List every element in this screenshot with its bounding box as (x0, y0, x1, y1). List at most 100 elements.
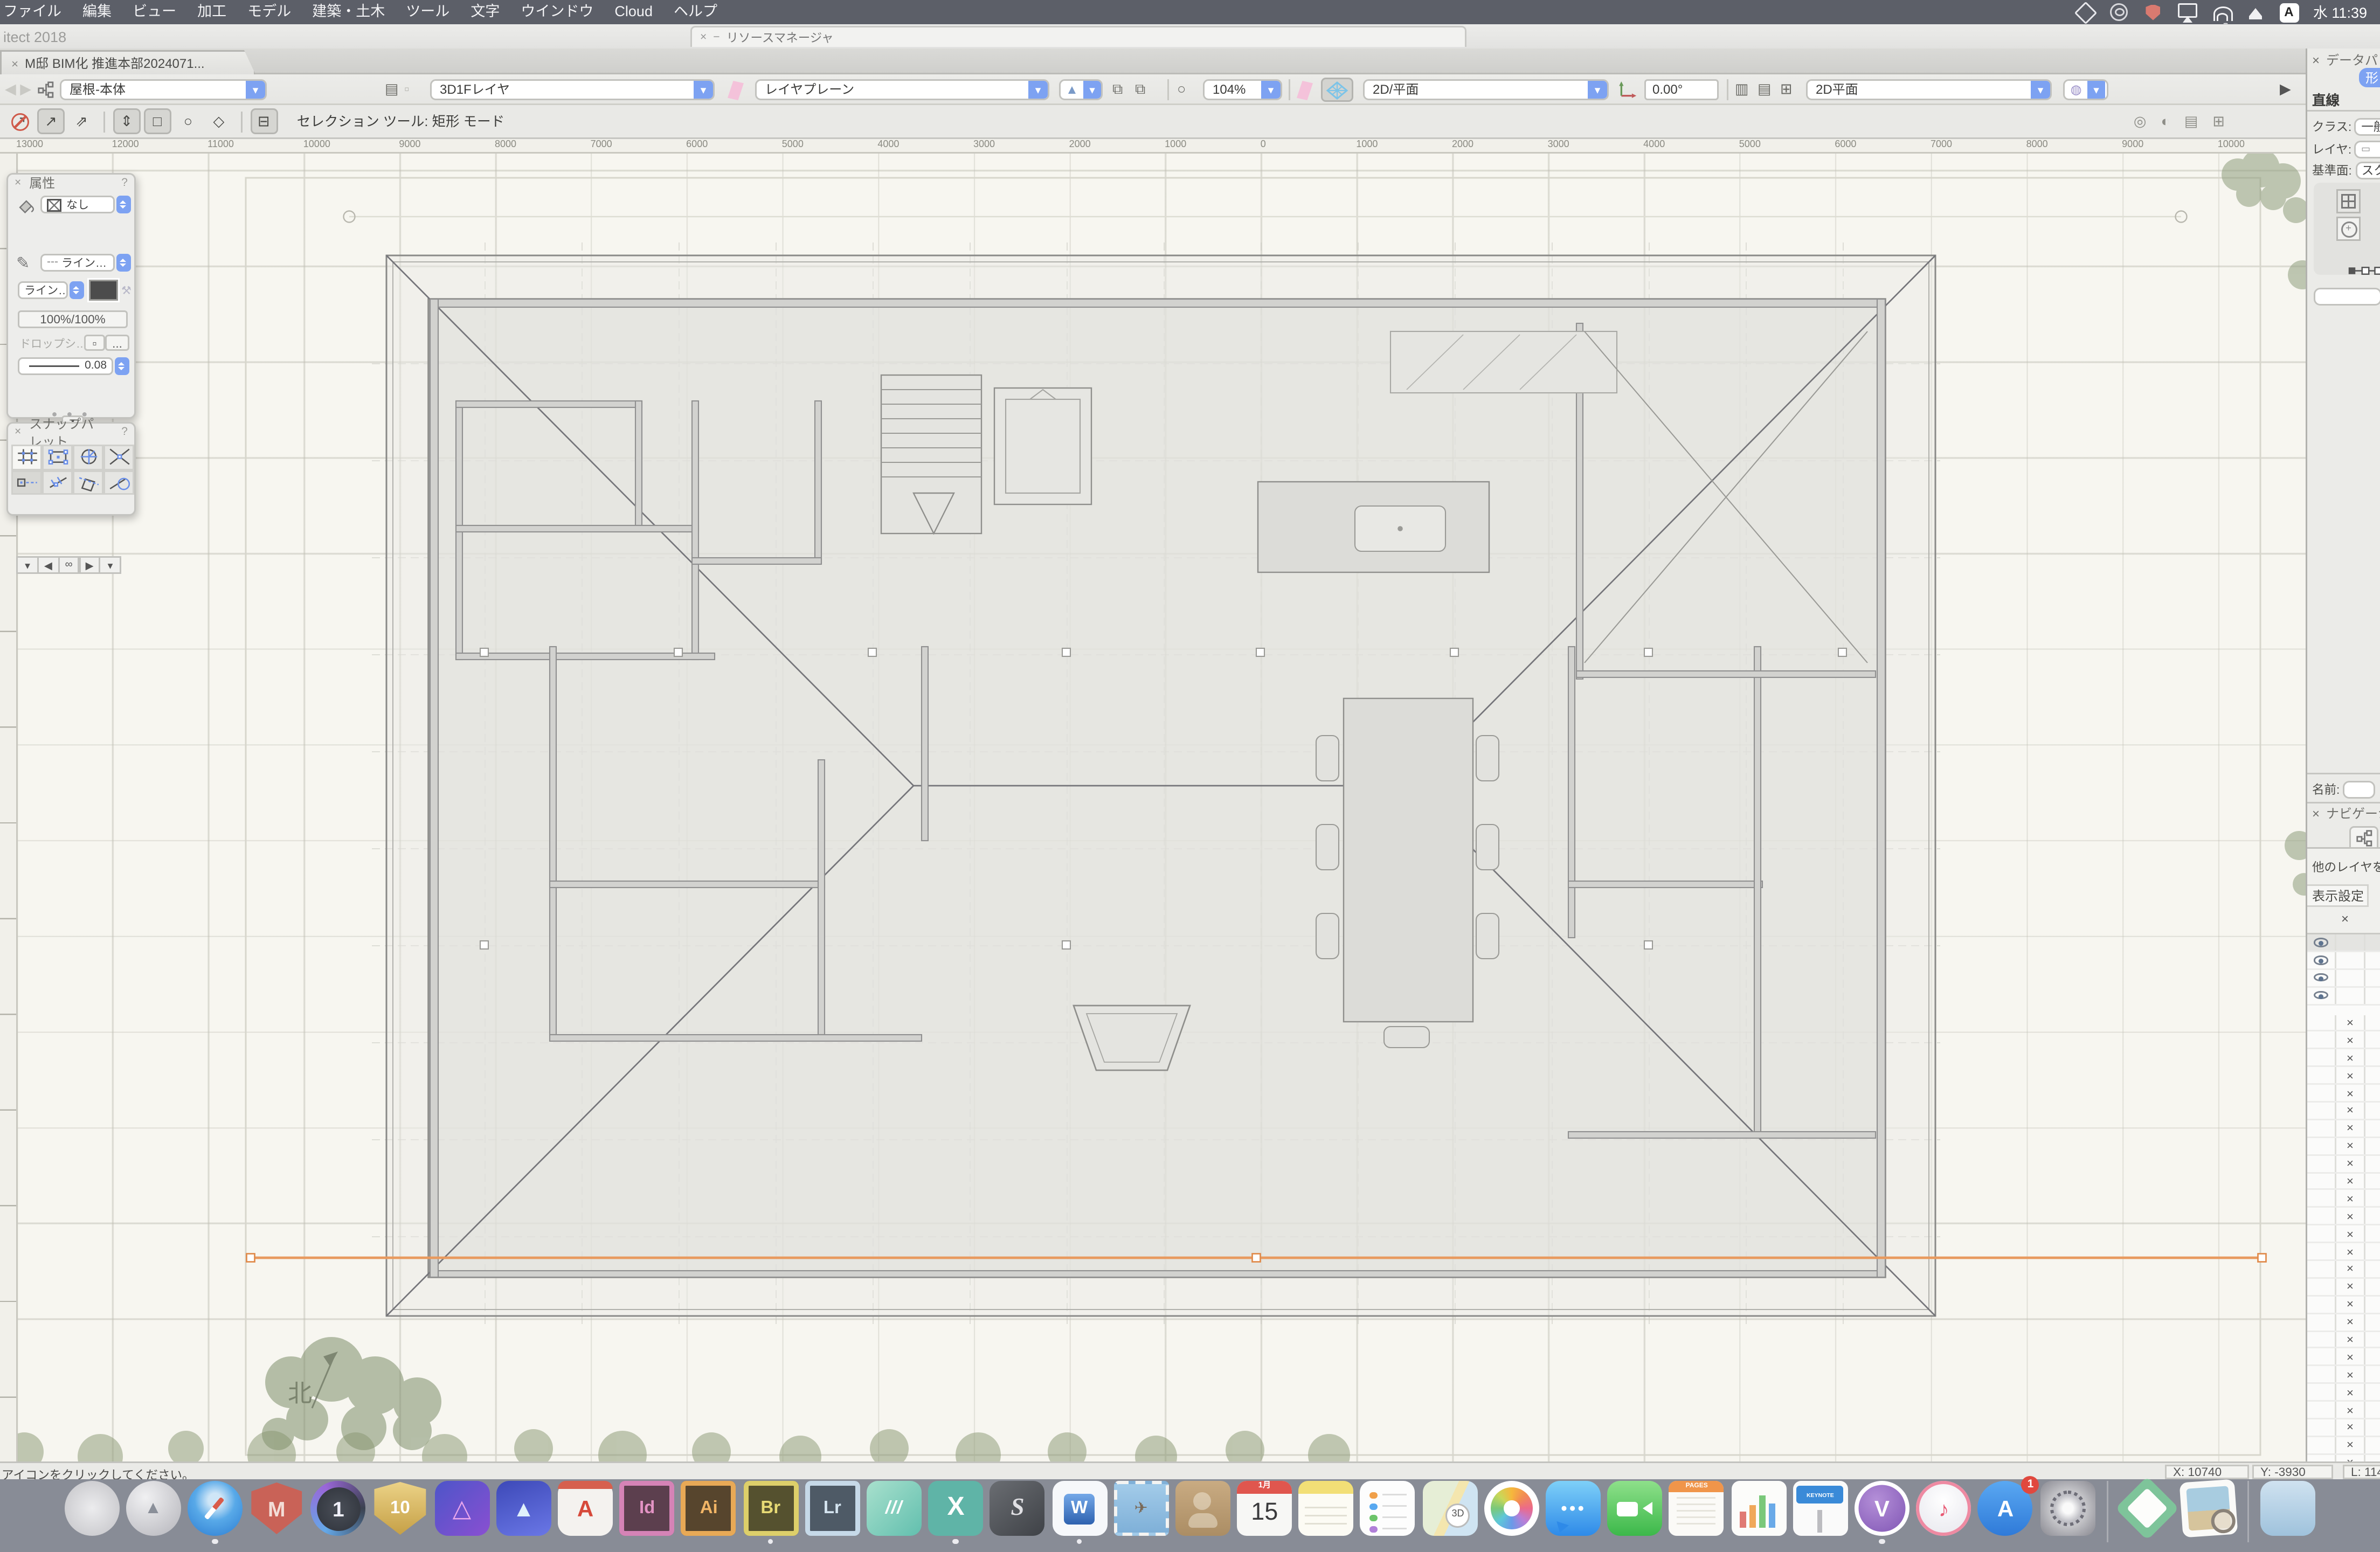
chevron-down-icon[interactable]: ▾ (1588, 81, 1607, 99)
close-icon[interactable]: × (2312, 53, 2320, 68)
pen-color-swatch[interactable] (89, 280, 118, 301)
layer-row[interactable]: × (2307, 1419, 2380, 1437)
layer-row[interactable]: × (2307, 1349, 2380, 1367)
center-mode-button[interactable]: + (2336, 217, 2361, 241)
smart-point-snap-button[interactable] (11, 470, 42, 495)
capture-one-icon[interactable]: 1 (311, 1481, 366, 1536)
snap-palette[interactable]: ● ● ● × スナップパレット ? (6, 422, 136, 516)
dock-item-launchpad[interactable]: ▲ (126, 1481, 181, 1544)
grid-snap-button[interactable] (11, 445, 42, 470)
dock-item-pages[interactable]: PAGES (1669, 1481, 1724, 1544)
indesign-icon[interactable]: Id (620, 1481, 675, 1536)
tab-close-icon[interactable]: × (11, 56, 18, 71)
saved-view-button[interactable]: ▲▾ (1059, 79, 1103, 100)
hidden-x-icon[interactable]: × (2336, 1384, 2365, 1401)
hidden-x-icon[interactable]: × (2336, 1332, 2365, 1348)
hidden-x-icon[interactable]: × (2336, 1314, 2365, 1330)
hidden-x-icon[interactable]: × (2336, 1173, 2365, 1189)
luminar-icon[interactable]: △ (434, 1481, 489, 1536)
menu-文字[interactable]: 文字 (471, 0, 500, 24)
hidden-x-icon[interactable]: × (2336, 1454, 2365, 1461)
contacts-icon[interactable] (1175, 1481, 1230, 1536)
vectorworks-menubar-icon[interactable] (2075, 3, 2095, 22)
hidden-x-icon[interactable]: × (2336, 1032, 2365, 1048)
close-icon[interactable]: × (2312, 807, 2320, 821)
visibility-cell[interactable] (2307, 1085, 2336, 1101)
dock-item-shield-10[interactable]: 10 (372, 1481, 427, 1544)
mcafee-icon[interactable]: M (249, 1481, 304, 1536)
chevron-down-icon[interactable]: ▾ (1083, 81, 1101, 99)
rotation-angle-field[interactable]: 0.00° (1644, 79, 1719, 100)
dock-item-finder-partial[interactable] (103, 1481, 119, 1544)
chevron-down-icon[interactable]: ▾ (2087, 81, 2105, 99)
plane-field[interactable]: スク (2355, 162, 2380, 179)
menu-ウインドウ[interactable]: ウインドウ (521, 0, 593, 24)
chevron-down-icon[interactable]: ▾ (246, 81, 265, 99)
layer-row[interactable]: × (2307, 1367, 2380, 1384)
visibility-cell[interactable] (2336, 969, 2365, 986)
reminders-icon[interactable] (1360, 1481, 1415, 1536)
projection-dropdown[interactable]: 2D平面▾ (1806, 79, 2052, 100)
layer-row[interactable]: × (2307, 1032, 2380, 1050)
sheet-stack-icon[interactable]: ▤ (2184, 113, 2198, 130)
dock-item-calendar[interactable]: 1月15 (1237, 1481, 1292, 1544)
dock-item-reminders[interactable] (1360, 1481, 1415, 1544)
dock-item-app-store[interactable]: A1 (1978, 1481, 2033, 1544)
dock-item-word[interactable]: W (1052, 1481, 1107, 1544)
dock-item-contacts[interactable] (1175, 1481, 1230, 1544)
visible-eye-icon[interactable] (2307, 969, 2336, 986)
active-class-dropdown[interactable]: 屋根-本体▾ (60, 79, 267, 100)
numbers-icon[interactable] (1731, 1481, 1786, 1536)
chevron-down-icon[interactable]: ▾ (694, 81, 713, 99)
opacity-button[interactable]: 100%/100% (18, 310, 128, 328)
dock-item-messages[interactable]: ●●● (1546, 1481, 1601, 1544)
preview-icon[interactable] (2180, 1479, 2238, 1538)
menu-建築・土木[interactable]: 建築・土木 (312, 0, 385, 24)
layer-row[interactable]: × (2307, 1243, 2380, 1261)
smart-edge-snap-button[interactable] (73, 470, 103, 495)
dock-item-scrivener[interactable]: S (990, 1481, 1045, 1544)
drop-shadow-more-button[interactable]: ... (105, 335, 129, 351)
hidden-x-icon[interactable]: × (2336, 1402, 2365, 1418)
dock-item-mail[interactable]: ✈ (1113, 1481, 1168, 1544)
vectorworks-icon[interactable]: V (1855, 1481, 1909, 1536)
layer-row[interactable]: × (2307, 1384, 2380, 1402)
visibility-cell[interactable] (2307, 1279, 2336, 1295)
sheet-icon[interactable]: ▥ (1735, 79, 1749, 100)
hidden-x-icon[interactable]: × (2336, 1437, 2365, 1453)
dock-item-capture-one[interactable]: 1 (311, 1481, 366, 1544)
close-icon[interactable]: × (700, 32, 707, 43)
dock-item-mcafee[interactable]: M (249, 1481, 304, 1544)
back-forward-icons[interactable]: ◀ ▶ (5, 79, 31, 100)
layer-options-icon[interactable]: ▫ (404, 79, 410, 100)
help-icon[interactable]: ? (121, 427, 128, 438)
prev-attr-icon[interactable]: ◀ (37, 556, 59, 574)
visibility-cell[interactable] (2307, 1296, 2336, 1312)
visibility-cell[interactable] (2307, 1226, 2336, 1242)
close-icon[interactable]: × (15, 427, 21, 438)
layer-row[interactable]: × (2307, 1296, 2380, 1314)
marquee-polygon-mode[interactable]: ◇ (205, 108, 232, 134)
preselection-mode[interactable]: ⊟ (250, 108, 278, 134)
dock-item-bridge[interactable]: Br (743, 1481, 798, 1544)
visibility-column-header[interactable]: 表示設定 (2307, 884, 2369, 907)
render-mode-button[interactable]: ◍▾ (2063, 79, 2108, 100)
hidden-x-icon[interactable]: × (2336, 1279, 2365, 1295)
hidden-x-icon[interactable]: × (2336, 1050, 2365, 1066)
help-icon[interactable]: ? (121, 178, 128, 189)
layer-row[interactable]: × (2307, 1208, 2380, 1226)
dock-item-x-app[interactable]: X (928, 1481, 983, 1544)
dock-item-facetime[interactable] (1608, 1481, 1663, 1544)
acrobat-icon[interactable]: A (558, 1481, 613, 1536)
messages-icon[interactable]: ●●● (1546, 1481, 1601, 1536)
lightroom-icon[interactable]: Lr (805, 1481, 860, 1536)
visibility-cell[interactable] (2307, 1068, 2336, 1084)
next-attr-icon[interactable]: ▶ (79, 556, 101, 574)
pages-icon[interactable]: PAGES (1669, 1481, 1724, 1536)
menu-モデル[interactable]: モデル (247, 0, 291, 24)
hidden-x-icon[interactable]: × (2336, 1103, 2365, 1119)
plane-3d-icon[interactable] (1297, 81, 1313, 100)
marquee-lasso-mode[interactable]: ○ (174, 108, 202, 134)
visibility-cell[interactable] (2307, 1314, 2336, 1330)
line-weight-stepper[interactable] (115, 357, 129, 375)
